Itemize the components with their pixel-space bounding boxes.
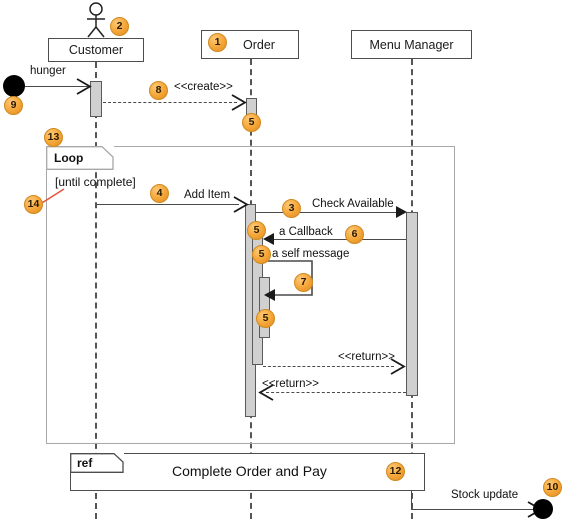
ref-fragment-operator: ref	[77, 456, 93, 470]
badge-3[interactable]: 3	[282, 199, 301, 218]
badge-13[interactable]: 13	[44, 128, 63, 147]
message-self-arrowhead	[264, 289, 275, 301]
message-create-label: <<create>>	[174, 81, 233, 93]
ref-fragment-title: Complete Order and Pay	[172, 463, 327, 479]
message-add-item-arrowhead	[233, 196, 249, 213]
loop-fragment-guard: [until complete]	[55, 175, 136, 189]
participant-customer[interactable]: Customer	[48, 38, 144, 62]
message-check-available-label: Check Available	[312, 198, 394, 210]
message-add-item-line[interactable]	[96, 204, 239, 205]
message-return-1-label: <<return>>	[338, 351, 395, 363]
message-stock-update-line[interactable]	[412, 509, 536, 510]
message-create-arrowhead	[231, 94, 247, 111]
message-check-available-line[interactable]	[256, 212, 402, 213]
message-a-callback-label: a Callback	[279, 226, 333, 238]
stock-update-origin-stub	[411, 491, 412, 510]
lost-message-dot	[533, 499, 553, 519]
badge-5-create[interactable]: 5	[242, 113, 261, 132]
sequence-diagram-canvas: Loop [until complete] Customer Order Men…	[0, 0, 564, 519]
message-hunger-label: hunger	[30, 65, 66, 77]
message-a-callback-line[interactable]	[270, 239, 406, 240]
message-create-line[interactable]	[103, 102, 237, 103]
activation-menu-manager[interactable]	[406, 212, 418, 396]
message-hunger-arrowhead	[76, 78, 92, 95]
badge-5-nested1[interactable]: 5	[252, 245, 271, 264]
badge-8[interactable]: 8	[149, 81, 168, 100]
badge-6[interactable]: 6	[345, 225, 364, 244]
badge-4[interactable]: 4	[150, 184, 169, 203]
badge-1[interactable]: 1	[208, 33, 227, 52]
participant-order-label: Order	[243, 37, 275, 52]
badge-14[interactable]: 14	[24, 195, 43, 214]
message-check-available-arrowhead	[396, 206, 407, 218]
message-stock-update-label: Stock update	[451, 489, 519, 501]
message-return-2-line[interactable]	[266, 392, 406, 393]
badge-7[interactable]: 7	[294, 273, 313, 292]
found-message-dot	[3, 75, 25, 97]
badge-9[interactable]: 9	[4, 96, 23, 115]
badge-5-nested2[interactable]: 5	[256, 309, 275, 328]
message-add-item-label: Add Item	[184, 189, 231, 201]
message-self-label: a self message	[272, 248, 350, 260]
badge-12[interactable]: 12	[386, 462, 405, 481]
badge-10[interactable]: 10	[543, 478, 562, 497]
message-return-1-line[interactable]	[263, 366, 394, 367]
participant-menu-manager[interactable]: Menu Manager	[351, 30, 472, 59]
message-return-2-label: <<return>>	[262, 378, 319, 390]
participant-customer-label: Customer	[68, 43, 124, 57]
loop-fragment-operator: Loop	[54, 151, 84, 165]
actor-icon-customer	[87, 2, 105, 38]
badge-2[interactable]: 2	[110, 17, 129, 36]
participant-menu-manager-label: Menu Manager	[369, 37, 454, 52]
badge-5-main[interactable]: 5	[247, 221, 266, 240]
